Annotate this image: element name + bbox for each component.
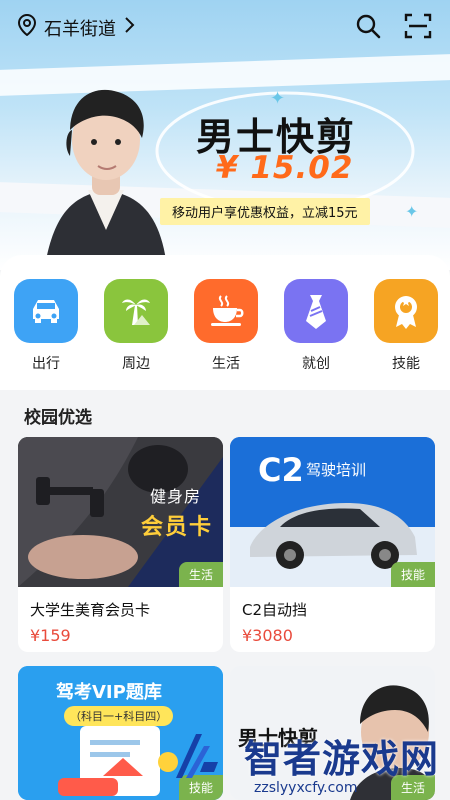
category-item-nearby[interactable]: 周边 bbox=[104, 279, 168, 373]
category-label: 生活 bbox=[212, 356, 240, 372]
category-tile bbox=[284, 279, 348, 343]
section-title: 校园优选 bbox=[24, 408, 92, 428]
search-button[interactable] bbox=[354, 12, 382, 40]
category-tag: 技能 bbox=[390, 562, 435, 587]
sparkle-icon: ✦ bbox=[270, 88, 286, 109]
category-panel: 出行 周边 生活 就创 技能 bbox=[0, 255, 450, 390]
promo-badge: 移动用户享优惠权益，立减15元 bbox=[160, 198, 370, 225]
watermark-logo-icon bbox=[176, 734, 218, 778]
image-caption-line2: 驾驶培训 bbox=[306, 461, 367, 479]
category-tag: 生活 bbox=[178, 562, 223, 587]
search-icon bbox=[356, 14, 381, 39]
category-label: 出行 bbox=[32, 356, 60, 372]
hero-banner[interactable]: 石羊街道 男士快剪 ¥ 15.02 移动用户享优惠权益，立减15元 ✦ ✦ bbox=[0, 0, 450, 270]
banner-price: ¥ 15.02 bbox=[216, 150, 354, 186]
scan-icon bbox=[404, 13, 432, 39]
product-image: 健身房 会员卡 生活 bbox=[18, 437, 223, 587]
image-caption-line1: C2 bbox=[258, 451, 304, 489]
category-label: 技能 bbox=[392, 356, 420, 372]
category-item-travel[interactable]: 出行 bbox=[14, 279, 78, 373]
image-caption-line1: 驾考VIP题库 bbox=[56, 682, 162, 703]
image-caption-line1: 健身房 bbox=[149, 487, 201, 506]
category-item-career[interactable]: 就创 bbox=[284, 279, 348, 373]
image-caption-line2: （科目一+科目四） bbox=[64, 706, 174, 726]
location-pin-icon bbox=[17, 13, 37, 41]
chevron-right-icon bbox=[124, 16, 136, 39]
category-item-skills[interactable]: 技能 bbox=[374, 279, 438, 373]
category-tile bbox=[104, 279, 168, 343]
category-label: 就创 bbox=[302, 356, 330, 372]
tie-icon bbox=[306, 295, 326, 329]
car-icon bbox=[33, 300, 59, 323]
location-label: 石羊街道 bbox=[44, 18, 116, 40]
product-card-driving[interactable]: C2 驾驶培训 技能 C2自动挡 ¥3080 bbox=[230, 437, 435, 652]
product-name: C2自动挡 bbox=[242, 601, 308, 619]
product-name: 大学生美育会员卡 bbox=[30, 601, 151, 619]
image-caption-line2: 会员卡 bbox=[140, 515, 213, 540]
coffee-cup-icon bbox=[211, 295, 244, 326]
scan-button[interactable] bbox=[404, 12, 432, 40]
palm-tree-icon bbox=[122, 299, 150, 325]
category-item-life[interactable]: 生活 bbox=[194, 279, 258, 373]
category-tile bbox=[194, 279, 258, 343]
category-tile bbox=[14, 279, 78, 343]
badge-icon bbox=[395, 296, 417, 329]
watermark-overlay: 智者游戏网 zzslyyxcfy.com bbox=[150, 728, 450, 800]
category-label: 周边 bbox=[122, 356, 150, 372]
product-image: C2 驾驶培训 技能 bbox=[230, 437, 435, 587]
watermark-title: 智者游戏网 bbox=[244, 737, 440, 781]
sparkle-icon: ✦ bbox=[405, 202, 419, 221]
product-card-fitness[interactable]: 健身房 会员卡 生活 大学生美育会员卡 ¥159 bbox=[18, 437, 223, 652]
category-tile bbox=[374, 279, 438, 343]
product-price: ¥3080 bbox=[242, 626, 293, 645]
product-price: ¥159 bbox=[30, 626, 71, 645]
watermark-url: zzslyyxcfy.com bbox=[254, 780, 358, 796]
location-selector[interactable]: 石羊街道 bbox=[17, 13, 136, 41]
